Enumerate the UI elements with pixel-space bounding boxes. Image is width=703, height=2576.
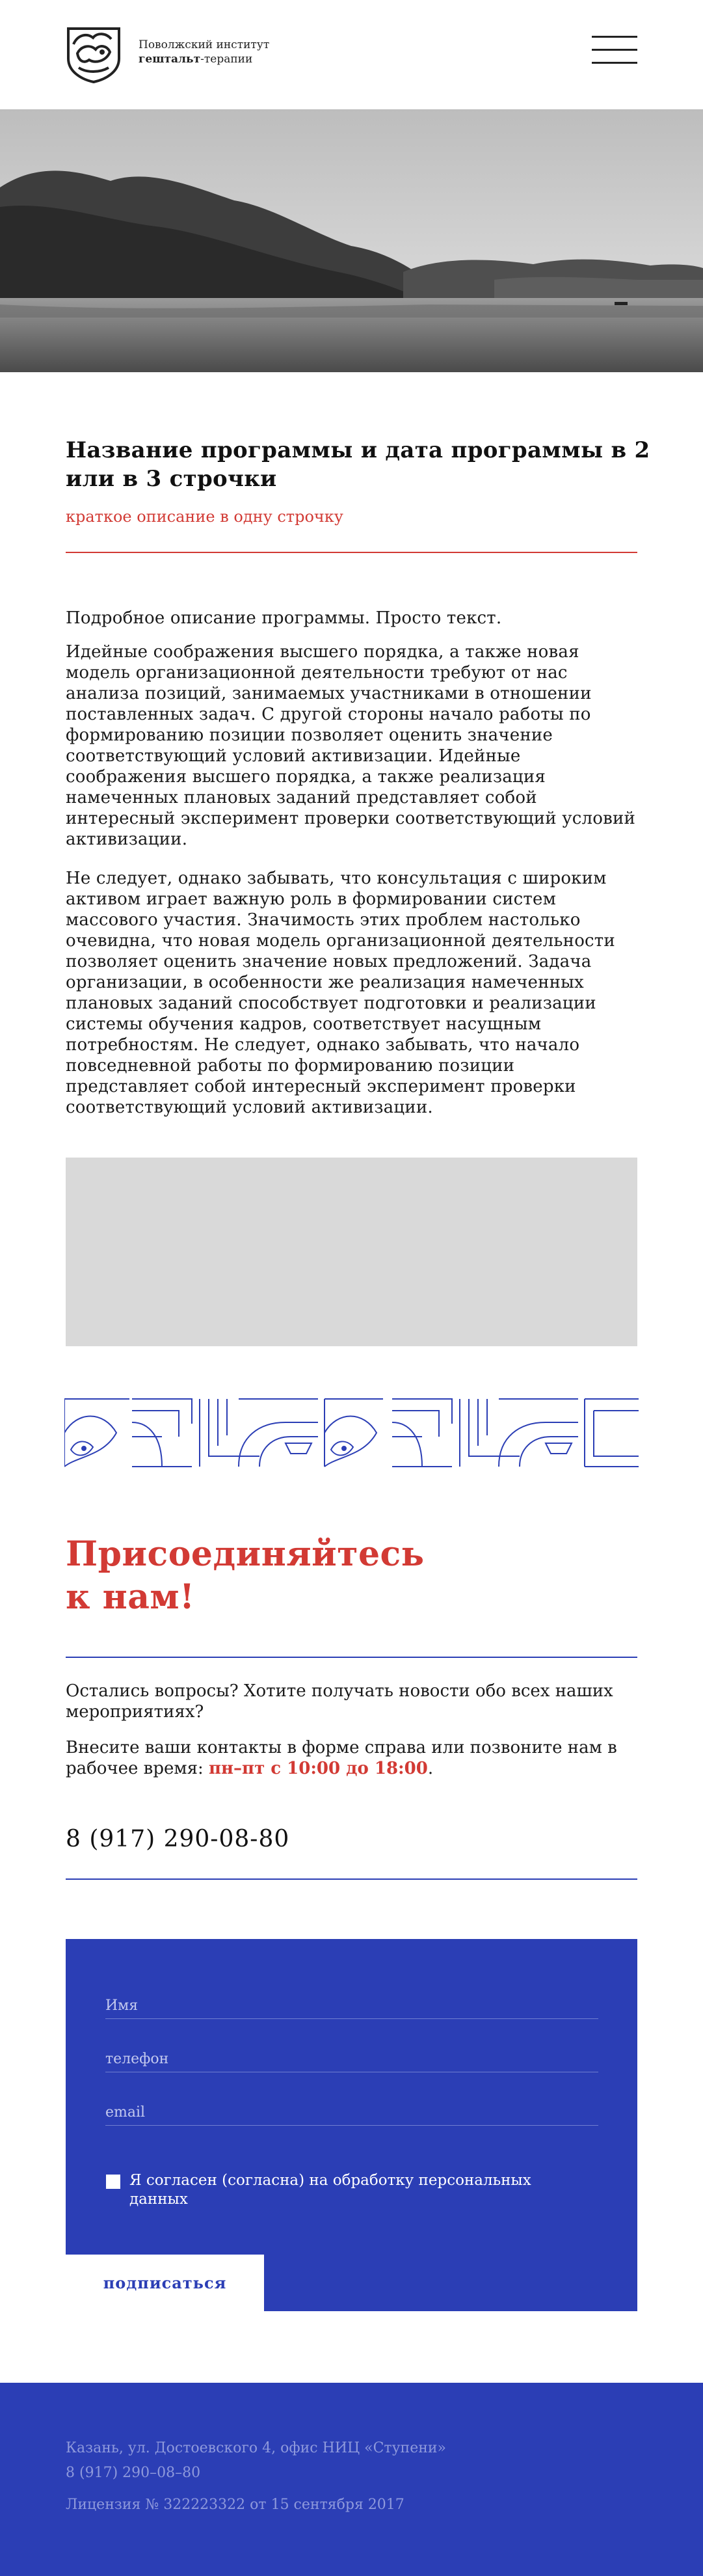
- hero-image: [0, 109, 703, 372]
- hours-suffix: .: [427, 1759, 434, 1778]
- footer: Казань, ул. Достоевского 4, офис НИЦ «Ст…: [0, 2383, 703, 2576]
- consent-label[interactable]: Я согласен (согласна) на обработку персо…: [129, 2171, 585, 2209]
- hamburger-menu-icon[interactable]: [592, 36, 637, 66]
- institute-name[interactable]: Поволжский институт гештальт-терапии: [139, 38, 269, 66]
- join-title-line-2: к нам!: [66, 1577, 195, 1617]
- institute-logo-icon[interactable]: [64, 25, 123, 83]
- logo-line-2-rest: -терапии: [200, 53, 253, 66]
- program-description-intro: Подробное описание программы. Просто тек…: [66, 608, 502, 628]
- subscribe-form: Я согласен (согласна) на обработку персо…: [66, 1939, 637, 2311]
- logo-line-1: Поволжский институт: [139, 38, 270, 51]
- program-subtitle: краткое описание в одну строчку: [66, 508, 343, 526]
- footer-license: Лицензия № 322223322 от 15 сентября 2017: [66, 2497, 405, 2513]
- program-description-paragraph: Не следует, однако забывать, что консуль…: [66, 869, 615, 1117]
- consent-checkbox[interactable]: [106, 2175, 120, 2189]
- logo-line-2: гештальт-терапии: [139, 52, 269, 66]
- program-title: Название программы и дата программы в 2 …: [66, 437, 650, 492]
- menu-bar: [592, 36, 637, 38]
- email-input[interactable]: [105, 2099, 598, 2125]
- divider: [66, 1657, 637, 1658]
- phone-field-wrapper: [105, 2046, 598, 2072]
- divider: [66, 552, 637, 553]
- email-field-wrapper: [105, 2099, 598, 2126]
- menu-bar: [592, 62, 637, 64]
- divider: [66, 1878, 637, 1880]
- working-hours: пн–пт с 10:00 до 18:00: [209, 1759, 428, 1778]
- phone-input[interactable]: [105, 2046, 598, 2072]
- menu-bar: [592, 49, 637, 51]
- join-cta-text: Внесите ваши контакты в форме справа или…: [66, 1737, 638, 1779]
- footer-phone[interactable]: 8 (917) 290–08–80: [66, 2465, 200, 2481]
- program-description-paragraph: Идейные соображения высшего порядка, а т…: [66, 642, 636, 849]
- subscribe-button[interactable]: подписаться: [66, 2255, 264, 2311]
- contact-phone[interactable]: 8 (917) 290-08-80: [66, 1826, 289, 1852]
- footer-address: Казань, ул. Достоевского 4, офис НИЦ «Ст…: [66, 2440, 446, 2456]
- decorative-ornament: [64, 1398, 639, 1467]
- join-question: Остались вопросы? Хотите получать новост…: [66, 1681, 613, 1722]
- logo-line-2-bold: гештальт: [139, 53, 201, 66]
- join-title-line-1: Присоединяйтесь: [66, 1534, 425, 1574]
- join-title: Присоединяйтесь к нам!: [66, 1533, 425, 1619]
- media-placeholder: [66, 1158, 637, 1346]
- name-input[interactable]: [105, 1992, 598, 2018]
- name-field-wrapper: [105, 1992, 598, 2019]
